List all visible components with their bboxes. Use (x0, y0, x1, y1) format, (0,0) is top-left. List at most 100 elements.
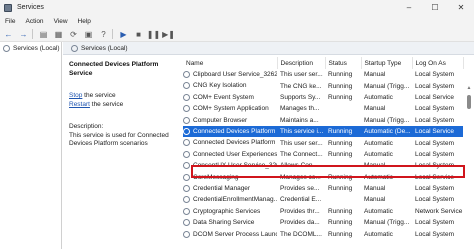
window-controls: – ☐ ✕ (396, 0, 474, 15)
forward-arrow-icon[interactable]: → (17, 29, 30, 40)
service-name: Clipboard User Service_3262... (193, 71, 277, 79)
gear-icon (183, 105, 190, 113)
table-row[interactable]: CredentialEnrollmentManag... Credential E… (183, 194, 463, 205)
service-name: Connected User Experiences ... (193, 151, 277, 159)
cell-status (325, 115, 361, 126)
restart-link[interactable]: Restart (69, 101, 90, 108)
cell-name: CNG Key Isolation (183, 80, 277, 91)
cell-status: Running (328, 219, 353, 227)
cell-startup-type: Automatic (364, 150, 393, 158)
stop-link[interactable]: Stop (69, 92, 82, 99)
cell-log-on-as: Local System (415, 219, 455, 227)
scroll-up-icon[interactable]: ▲ (466, 85, 472, 91)
cell-status: Running (328, 207, 353, 215)
vertical-scrollbar[interactable]: ▲ (466, 85, 472, 249)
scroll-thumb[interactable] (467, 95, 471, 109)
cell-name: Computer Browser (183, 115, 277, 126)
cell-startup-type: Manual (Trigg... (364, 82, 410, 90)
table-row[interactable]: COM+ Event System Supports Sy... Running Au… (183, 92, 463, 103)
cell-name: Data Sharing Service (183, 217, 277, 228)
service-name: COM+ Event System (193, 94, 254, 102)
table-row[interactable]: Credential Manager Provides se... Running M… (183, 183, 463, 194)
column-header-description[interactable]: Description (277, 57, 326, 69)
export-icon[interactable]: ▣ (82, 29, 95, 40)
service-name: CredentialEnrollmentManag... (193, 196, 277, 204)
cell-status: Running (328, 139, 353, 147)
table-row-selected[interactable]: Connected Devices Platform ... This servi… (183, 125, 463, 138)
play-icon[interactable]: ▶ (117, 29, 130, 40)
cell-name: Credential Manager (183, 183, 277, 194)
cell-log-on-as: Local System (415, 82, 455, 90)
cell-description: This user ser... (280, 71, 323, 79)
column-header-startup-type[interactable]: Startup Type (361, 57, 413, 69)
service-name: Computer Browser (193, 116, 248, 124)
properties-icon[interactable]: ▦ (52, 29, 65, 40)
minimize-button[interactable]: – (396, 0, 422, 15)
table-row[interactable]: Clipboard User Service_3262... This user … (183, 69, 463, 80)
gear-icon (183, 219, 190, 227)
table-row[interactable]: ConsentUX User Service_3262...Allows Con… (183, 160, 463, 171)
menu-file[interactable]: File (5, 18, 15, 25)
console-tree-icon[interactable]: ▤ (37, 29, 50, 40)
table-row[interactable]: COM+ System Application Manages th... Manu… (183, 103, 463, 114)
menu-view[interactable]: View (54, 18, 68, 25)
gear-icon (183, 162, 190, 170)
service-name: Credential Manager (193, 185, 251, 193)
back-arrow-icon[interactable]: ← (2, 29, 15, 40)
cell-startup-type: Manual (364, 196, 386, 204)
table-header-row: Name Description Status Startup Type Log… (183, 57, 464, 69)
close-button[interactable]: ✕ (448, 0, 474, 15)
gear-icon (183, 139, 190, 147)
tree-item-services-local[interactable]: Services (Local) (3, 45, 61, 52)
menu-action[interactable]: Action (25, 18, 43, 25)
services-list: Name Description Status Startup Type Log… (183, 57, 474, 249)
table-row[interactable]: Data Sharing Service Provides da... Runnin… (183, 217, 463, 228)
cell-name: DCOM Server Process Launc... (183, 228, 277, 239)
cell-description: The DCOML... (280, 230, 322, 238)
service-title: Connected Devices Platform Service (69, 61, 159, 77)
cell-log-on-as: Local System (415, 139, 455, 147)
cell-name: Connected User Experiences ... (183, 149, 277, 160)
cell-status (325, 103, 361, 114)
cell-startup-type: Automatic (De... (361, 125, 412, 138)
cell-startup-type: Automatic (364, 207, 393, 215)
table-row[interactable]: Connected User Experiences ... The Connec… (183, 149, 463, 160)
column-header-log-on-as[interactable]: Log On As (412, 57, 464, 69)
cell-status: Running (328, 185, 353, 193)
gear-icon (183, 82, 190, 90)
table-row[interactable]: CNG Key Isolation The CNG ke... Running Man… (183, 80, 463, 91)
cell-name: CredentialEnrollmentManag... (183, 194, 277, 205)
stop-icon[interactable]: ■ (132, 29, 145, 40)
cell-description: Allows Con... (280, 162, 318, 170)
table-row[interactable]: DCOM Server Process Launc... The DCOML...… (183, 228, 463, 239)
cell-log-on-as: Local Service (412, 125, 463, 138)
cell-description: Provides thr... (280, 207, 320, 215)
gear-icon (183, 207, 190, 215)
cell-log-on-as: Local System (415, 230, 455, 238)
table-body: Clipboard User Service_3262... This user … (183, 69, 463, 240)
pause-icon[interactable]: ❚❚ (147, 29, 160, 40)
gear-icon (71, 44, 78, 52)
table-row[interactable]: CoreMessaging Manages co... Running Automat… (183, 172, 463, 183)
gear-icon (183, 173, 190, 181)
cell-log-on-as: Local Service (415, 173, 455, 181)
table-row[interactable]: Computer Browser Maintains a... Manual (Tr… (183, 115, 463, 126)
cell-startup-type: Manual (364, 185, 386, 193)
help-icon[interactable]: ? (97, 29, 110, 40)
service-description: Description: This service is used for Co… (69, 123, 177, 149)
service-name: COM+ System Application (193, 105, 269, 113)
toolbar-divider (32, 29, 33, 39)
cell-startup-type: Manual (Trigg... (364, 219, 410, 227)
table-row[interactable]: Cryptographic Services Provides thr... Run… (183, 206, 463, 217)
column-header-name[interactable]: Name (183, 57, 278, 69)
services-app-icon (4, 3, 12, 12)
refresh-icon[interactable]: ⟳ (67, 29, 80, 40)
maximize-button[interactable]: ☐ (422, 0, 448, 15)
services-table: Name Description Status Startup Type Log… (183, 57, 464, 240)
table-row[interactable]: Connected Devices Platform ... This user … (183, 137, 463, 148)
column-header-status[interactable]: Status (325, 57, 362, 69)
restart-icon[interactable]: ▶❚ (162, 29, 175, 40)
menu-help[interactable]: Help (78, 18, 91, 25)
gear-icon (183, 71, 190, 79)
cell-startup-type: Manual (364, 162, 386, 170)
